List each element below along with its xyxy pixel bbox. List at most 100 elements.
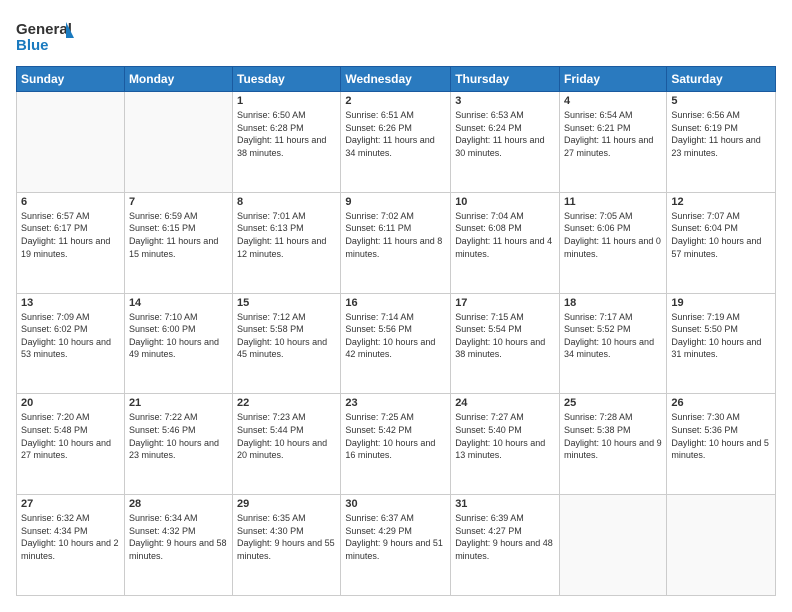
day-info: Sunrise: 7:01 AM Sunset: 6:13 PM Dayligh… xyxy=(237,210,336,260)
day-number: 27 xyxy=(21,498,120,510)
day-info: Sunrise: 7:12 AM Sunset: 5:58 PM Dayligh… xyxy=(237,311,336,361)
day-number: 9 xyxy=(345,196,446,208)
svg-text:General: General xyxy=(16,21,72,38)
day-info: Sunrise: 6:59 AM Sunset: 6:15 PM Dayligh… xyxy=(129,210,228,260)
day-number: 23 xyxy=(345,397,446,409)
calendar-cell xyxy=(560,495,667,596)
day-number: 4 xyxy=(564,95,662,107)
day-info: Sunrise: 7:27 AM Sunset: 5:40 PM Dayligh… xyxy=(455,411,555,461)
day-info: Sunrise: 7:05 AM Sunset: 6:06 PM Dayligh… xyxy=(564,210,662,260)
day-number: 29 xyxy=(237,498,336,510)
calendar-cell: 12 Sunrise: 7:07 AM Sunset: 6:04 PM Dayli… xyxy=(667,192,776,293)
calendar-cell xyxy=(124,92,232,193)
calendar-cell: 11 Sunrise: 7:05 AM Sunset: 6:06 PM Dayli… xyxy=(560,192,667,293)
calendar-cell: 15Sunrise: 7:12 AM Sunset: 5:58 PM Dayli… xyxy=(233,293,341,394)
day-info: Sunrise: 6:34 AM Sunset: 4:32 PM Dayligh… xyxy=(129,512,228,562)
calendar-cell: 22 Sunrise: 7:23 AM Sunset: 5:44 PM Dayli… xyxy=(233,394,341,495)
calendar-cell: 21 Sunrise: 7:22 AM Sunset: 5:46 PM Dayli… xyxy=(124,394,232,495)
calendar-cell: 26 Sunrise: 7:30 AM Sunset: 5:36 PM Dayli… xyxy=(667,394,776,495)
day-number: 20 xyxy=(21,397,120,409)
day-info: Sunrise: 7:25 AM Sunset: 5:42 PM Dayligh… xyxy=(345,411,446,461)
day-info: Sunrise: 7:14 AM Sunset: 5:56 PM Dayligh… xyxy=(345,311,446,361)
calendar-cell: 27 Sunrise: 6:32 AM Sunset: 4:34 PM Dayli… xyxy=(17,495,125,596)
calendar-cell: 14 Sunrise: 7:10 AM Sunset: 6:00 PM Dayli… xyxy=(124,293,232,394)
day-number: 11 xyxy=(564,196,662,208)
day-info: Sunrise: 7:10 AM Sunset: 6:00 PM Dayligh… xyxy=(129,311,228,361)
calendar-cell: 20 Sunrise: 7:20 AM Sunset: 5:48 PM Dayli… xyxy=(17,394,125,495)
day-number: 22 xyxy=(237,397,336,409)
calendar-cell: 19Sunrise: 7:19 AM Sunset: 5:50 PM Dayli… xyxy=(667,293,776,394)
calendar-cell xyxy=(667,495,776,596)
calendar-cell: 4 Sunrise: 6:54 AM Sunset: 6:21 PM Daylig… xyxy=(560,92,667,193)
calendar-week-0: 1Sunrise: 6:50 AM Sunset: 6:28 PM Daylig… xyxy=(17,92,776,193)
day-header-sunday: Sunday xyxy=(17,67,125,92)
calendar-cell: 2 Sunrise: 6:51 AM Sunset: 6:26 PM Daylig… xyxy=(341,92,451,193)
day-info: Sunrise: 7:07 AM Sunset: 6:04 PM Dayligh… xyxy=(671,210,771,260)
day-header-monday: Monday xyxy=(124,67,232,92)
day-info: Sunrise: 6:35 AM Sunset: 4:30 PM Dayligh… xyxy=(237,512,336,562)
day-number: 17 xyxy=(455,297,555,309)
day-number: 2 xyxy=(345,95,446,107)
calendar-cell: 23 Sunrise: 7:25 AM Sunset: 5:42 PM Dayli… xyxy=(341,394,451,495)
day-number: 21 xyxy=(129,397,228,409)
day-number: 31 xyxy=(455,498,555,510)
day-info: Sunrise: 7:23 AM Sunset: 5:44 PM Dayligh… xyxy=(237,411,336,461)
calendar-cell: 29 Sunrise: 6:35 AM Sunset: 4:30 PM Dayli… xyxy=(233,495,341,596)
day-number: 10 xyxy=(455,196,555,208)
calendar-week-2: 13 Sunrise: 7:09 AM Sunset: 6:02 PM Dayli… xyxy=(17,293,776,394)
day-info: Sunrise: 6:53 AM Sunset: 6:24 PM Dayligh… xyxy=(455,109,555,159)
day-info: Sunrise: 6:32 AM Sunset: 4:34 PM Dayligh… xyxy=(21,512,120,562)
day-number: 24 xyxy=(455,397,555,409)
day-info: Sunrise: 6:50 AM Sunset: 6:28 PM Dayligh… xyxy=(237,109,336,159)
calendar-cell: 24 Sunrise: 7:27 AM Sunset: 5:40 PM Dayli… xyxy=(451,394,560,495)
day-info: Sunrise: 7:09 AM Sunset: 6:02 PM Dayligh… xyxy=(21,311,120,361)
calendar-cell: 18Sunrise: 7:17 AM Sunset: 5:52 PM Dayli… xyxy=(560,293,667,394)
svg-text:Blue: Blue xyxy=(16,37,49,54)
day-info: Sunrise: 7:28 AM Sunset: 5:38 PM Dayligh… xyxy=(564,411,662,461)
day-number: 26 xyxy=(671,397,771,409)
day-header-friday: Friday xyxy=(560,67,667,92)
day-info: Sunrise: 7:22 AM Sunset: 5:46 PM Dayligh… xyxy=(129,411,228,461)
day-header-saturday: Saturday xyxy=(667,67,776,92)
day-info: Sunrise: 7:30 AM Sunset: 5:36 PM Dayligh… xyxy=(671,411,771,461)
day-number: 25 xyxy=(564,397,662,409)
day-number: 14 xyxy=(129,297,228,309)
calendar-cell xyxy=(17,92,125,193)
calendar-cell: 16 Sunrise: 7:14 AM Sunset: 5:56 PM Dayli… xyxy=(341,293,451,394)
logo-svg: GeneralBlue xyxy=(16,16,76,56)
day-number: 13 xyxy=(21,297,120,309)
calendar-table: SundayMondayTuesdayWednesdayThursdayFrid… xyxy=(16,66,776,596)
day-number: 8 xyxy=(237,196,336,208)
day-info: Sunrise: 6:39 AM Sunset: 4:27 PM Dayligh… xyxy=(455,512,555,562)
day-header-thursday: Thursday xyxy=(451,67,560,92)
day-number: 16 xyxy=(345,297,446,309)
calendar-week-3: 20 Sunrise: 7:20 AM Sunset: 5:48 PM Dayli… xyxy=(17,394,776,495)
calendar-cell: 5Sunrise: 6:56 AM Sunset: 6:19 PM Daylig… xyxy=(667,92,776,193)
calendar-cell: 1Sunrise: 6:50 AM Sunset: 6:28 PM Daylig… xyxy=(233,92,341,193)
calendar-cell: 28 Sunrise: 6:34 AM Sunset: 4:32 PM Dayli… xyxy=(124,495,232,596)
calendar-week-1: 6Sunrise: 6:57 AM Sunset: 6:17 PM Daylig… xyxy=(17,192,776,293)
calendar-week-4: 27 Sunrise: 6:32 AM Sunset: 4:34 PM Dayli… xyxy=(17,495,776,596)
day-info: Sunrise: 7:17 AM Sunset: 5:52 PM Dayligh… xyxy=(564,311,662,361)
day-number: 12 xyxy=(671,196,771,208)
calendar-header-row: SundayMondayTuesdayWednesdayThursdayFrid… xyxy=(17,67,776,92)
header: GeneralBlue xyxy=(16,16,776,56)
calendar-cell: 8 Sunrise: 7:01 AM Sunset: 6:13 PM Daylig… xyxy=(233,192,341,293)
calendar-cell: 13 Sunrise: 7:09 AM Sunset: 6:02 PM Dayli… xyxy=(17,293,125,394)
day-number: 5 xyxy=(671,95,771,107)
day-info: Sunrise: 6:37 AM Sunset: 4:29 PM Dayligh… xyxy=(345,512,446,562)
day-info: Sunrise: 6:51 AM Sunset: 6:26 PM Dayligh… xyxy=(345,109,446,159)
day-number: 19 xyxy=(671,297,771,309)
calendar-cell: 25 Sunrise: 7:28 AM Sunset: 5:38 PM Dayli… xyxy=(560,394,667,495)
calendar-cell: 17 Sunrise: 7:15 AM Sunset: 5:54 PM Dayli… xyxy=(451,293,560,394)
day-number: 28 xyxy=(129,498,228,510)
day-header-wednesday: Wednesday xyxy=(341,67,451,92)
day-number: 7 xyxy=(129,196,228,208)
day-info: Sunrise: 7:15 AM Sunset: 5:54 PM Dayligh… xyxy=(455,311,555,361)
day-number: 30 xyxy=(345,498,446,510)
calendar-cell: 9Sunrise: 7:02 AM Sunset: 6:11 PM Daylig… xyxy=(341,192,451,293)
day-info: Sunrise: 6:54 AM Sunset: 6:21 PM Dayligh… xyxy=(564,109,662,159)
calendar-cell: 6Sunrise: 6:57 AM Sunset: 6:17 PM Daylig… xyxy=(17,192,125,293)
day-info: Sunrise: 7:04 AM Sunset: 6:08 PM Dayligh… xyxy=(455,210,555,260)
day-info: Sunrise: 7:20 AM Sunset: 5:48 PM Dayligh… xyxy=(21,411,120,461)
